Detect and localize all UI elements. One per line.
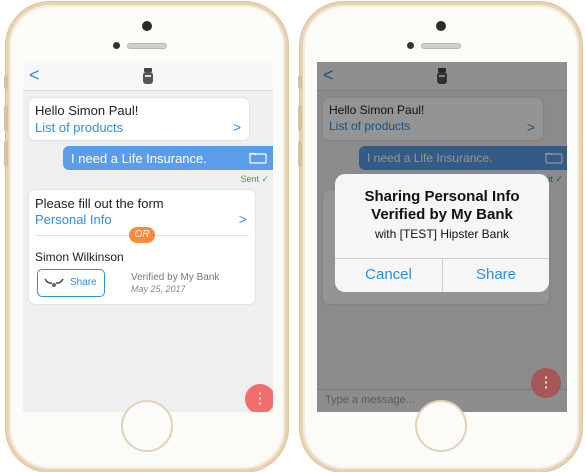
menu-fab-button[interactable]: ⋮	[245, 384, 273, 412]
volume-up-button	[4, 105, 8, 131]
earpiece-speaker	[127, 43, 167, 49]
chat-screen: < Hello Simon Paul! List of products > I…	[23, 62, 273, 412]
mute-switch	[298, 75, 302, 89]
greeting-text: Hello Simon Paul!	[35, 103, 139, 118]
alert-title-line1: Sharing Personal Info	[364, 188, 520, 205]
mute-switch	[4, 75, 8, 89]
volume-up-button	[298, 105, 302, 131]
sent-status: Sent ✓	[240, 174, 269, 184]
menu-fab-button[interactable]: ⋮	[531, 368, 561, 398]
share-button-label: Share	[70, 277, 97, 288]
name-text: Simon Wilkinson	[35, 250, 124, 264]
bot-avatar-icon	[143, 68, 153, 84]
share-alert-dialog: Sharing Personal Info Verified by My Ban…	[335, 174, 549, 292]
home-button	[415, 400, 467, 452]
alert-message: with [TEST] Hipster Bank	[374, 227, 510, 241]
chat-screen: < Hello Simon Paul! List of products > I…	[317, 62, 567, 412]
cancel-button[interactable]: Cancel	[335, 258, 442, 292]
bull-horns-icon	[44, 278, 64, 287]
volume-down-button	[4, 141, 8, 167]
phone-right: < Hello Simon Paul! List of products > I…	[298, 2, 582, 472]
phone-left: < Hello Simon Paul! List of products > I…	[4, 2, 288, 472]
user-message-text: I need a Life Insurance.	[71, 151, 207, 166]
share-button[interactable]: Share	[37, 269, 105, 297]
user-message-bubble: I need a Life Insurance.	[63, 146, 273, 170]
personal-info-link[interactable]: Personal Info	[35, 212, 112, 227]
verified-date: May 25, 2017	[131, 284, 186, 294]
form-card: Please fill out the form Personal Info >…	[29, 190, 255, 304]
greeting-card: Hello Simon Paul! List of products >	[29, 98, 249, 140]
back-button[interactable]: <	[29, 66, 40, 84]
front-camera	[142, 21, 152, 31]
home-button	[121, 400, 173, 452]
folder-icon	[249, 152, 267, 164]
products-link[interactable]: List of products	[35, 120, 123, 135]
nav-bar: <	[23, 62, 273, 91]
or-badge: OR	[129, 227, 155, 243]
share-button[interactable]: Share	[443, 258, 549, 292]
proximity-sensor	[113, 42, 120, 49]
earpiece-speaker	[421, 43, 461, 49]
alert-title-line2: Verified by My Bank	[371, 206, 513, 223]
volume-down-button	[298, 141, 302, 167]
chevron-right-icon: >	[232, 119, 241, 135]
form-prompt-text: Please fill out the form	[35, 196, 164, 211]
front-camera	[436, 21, 446, 31]
verified-text: Verified by My Bank	[131, 272, 220, 283]
chevron-right-icon: >	[238, 211, 247, 227]
proximity-sensor	[407, 42, 414, 49]
